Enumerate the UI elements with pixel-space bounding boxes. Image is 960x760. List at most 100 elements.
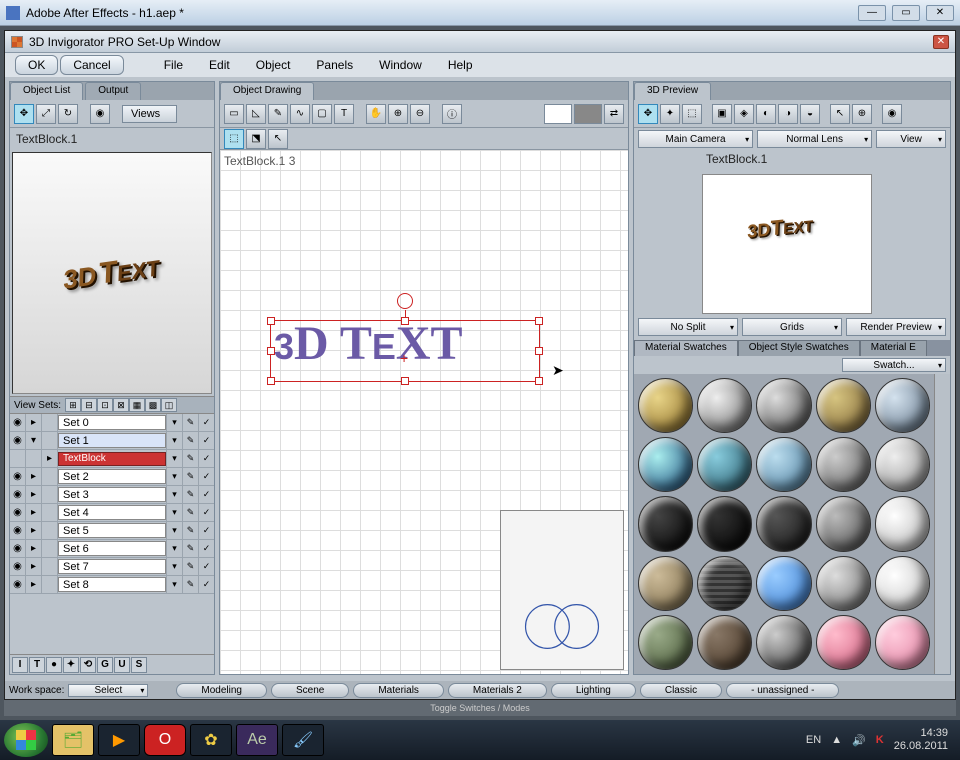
bt-7[interactable]: U — [114, 657, 130, 673]
menu-edit[interactable]: Edit — [197, 54, 242, 76]
handle-tm[interactable] — [401, 317, 409, 325]
swatch-mesh[interactable] — [697, 556, 752, 611]
swatch-plastic-blue[interactable] — [756, 556, 811, 611]
grids-dropdown[interactable]: Grids — [742, 318, 842, 336]
system-tray[interactable]: EN ▲ 🔊 K 14:39 26.08.2011 — [806, 727, 956, 753]
explorer-icon[interactable]: 🗂 — [52, 724, 94, 756]
swatch-charcoal[interactable] — [756, 496, 811, 551]
swatch-bronze[interactable] — [816, 378, 871, 433]
handle-tr[interactable] — [535, 317, 543, 325]
swtab-objstyle[interactable]: Object Style Swatches — [738, 340, 860, 356]
swatch-aluminum[interactable] — [816, 556, 871, 611]
render-dropdown[interactable]: Render Preview — [846, 318, 946, 336]
handle-ml[interactable] — [267, 347, 275, 355]
lens-dropdown[interactable]: Normal Lens — [757, 130, 872, 148]
set-row-1[interactable]: Set 1 — [58, 433, 166, 448]
pv-tool-6[interactable]: ◐ — [756, 104, 776, 124]
maximize-button[interactable]: ▭ — [892, 5, 920, 21]
fit-tool[interactable]: ◉ — [90, 104, 110, 124]
views-dropdown[interactable]: Views — [122, 105, 177, 123]
pv-tool-4[interactable]: ▣ — [712, 104, 732, 124]
swatch-white[interactable] — [875, 496, 930, 551]
start-button[interactable] — [4, 723, 48, 757]
pv-tool-8[interactable]: ◒ — [800, 104, 820, 124]
pv-tool-5[interactable]: ◈ — [734, 104, 754, 124]
swatch-black-gloss[interactable] — [638, 496, 693, 551]
move-tool[interactable]: ✥ — [14, 104, 34, 124]
swatch-glass-blue[interactable] — [638, 437, 693, 492]
wstab-unassigned[interactable]: - unassigned - — [726, 683, 839, 698]
select-tool[interactable]: ▭ — [224, 104, 244, 124]
swatch-camo-2[interactable] — [697, 615, 752, 670]
swatch-pink-1[interactable] — [816, 615, 871, 670]
hand-tool[interactable]: ✋ — [366, 104, 386, 124]
vs-tool-5[interactable]: ▦ — [129, 398, 145, 412]
pv-tool-10[interactable]: ⊕ — [852, 104, 872, 124]
swatch-black-matte[interactable] — [697, 496, 752, 551]
bt-2[interactable]: T — [29, 657, 45, 673]
menu-file[interactable]: File — [152, 54, 195, 76]
swatch-marble[interactable] — [697, 378, 752, 433]
vs-tool-6[interactable]: ▩ — [145, 398, 161, 412]
menu-object[interactable]: Object — [244, 54, 303, 76]
pv-tool-3[interactable]: ⬚ — [682, 104, 702, 124]
bg-color[interactable] — [574, 104, 602, 124]
set-row-0[interactable]: Set 0 — [58, 415, 166, 430]
handle-bm[interactable] — [401, 377, 409, 385]
swatch-pink-2[interactable] — [875, 615, 930, 670]
cancel-button[interactable]: Cancel — [60, 55, 123, 75]
vs-tool-4[interactable]: ⊠ — [113, 398, 129, 412]
bt-6[interactable]: G — [97, 657, 113, 673]
swatch-camo-3[interactable] — [756, 615, 811, 670]
handle-mr[interactable] — [535, 347, 543, 355]
pen-tool[interactable]: ✎ — [268, 104, 288, 124]
set-row-5[interactable]: Set 5 — [58, 523, 166, 538]
swatch-chrome[interactable] — [816, 437, 871, 492]
menu-help[interactable]: Help — [436, 54, 485, 76]
wstab-materials[interactable]: Materials — [353, 683, 444, 698]
bt-1[interactable]: I — [12, 657, 28, 673]
vs-tool-2[interactable]: ⊟ — [81, 398, 97, 412]
swtab-material-e[interactable]: Material E — [860, 340, 927, 356]
paint-icon[interactable]: 🖌 — [282, 724, 324, 756]
tab-object-list[interactable]: Object List — [10, 82, 83, 100]
menu-panels[interactable]: Panels — [304, 54, 365, 76]
handle-bl[interactable] — [267, 377, 275, 385]
opera-icon[interactable]: O — [144, 724, 186, 756]
swap-color[interactable]: ⇄ — [604, 104, 624, 124]
rotate-tool[interactable]: ↻ — [58, 104, 78, 124]
set-row-4[interactable]: Set 4 — [58, 505, 166, 520]
pv-tool-2[interactable]: ✦ — [660, 104, 680, 124]
rect-tool[interactable]: ▢ — [312, 104, 332, 124]
set-list[interactable]: ◉▸Set 0▾✎✓ ◉▾Set 1▾✎✓ ▸TextBlock▾✎✓ ◉▸Se… — [10, 414, 214, 654]
bt-4[interactable]: ✦ — [63, 657, 79, 673]
set-row-3[interactable]: Set 3 — [58, 487, 166, 502]
direct-tool[interactable]: ◺ — [246, 104, 266, 124]
bt-8[interactable]: S — [131, 657, 147, 673]
menu-window[interactable]: Window — [367, 54, 434, 76]
wstab-materials2[interactable]: Materials 2 — [448, 683, 547, 698]
set-row-8[interactable]: Set 8 — [58, 577, 166, 592]
swatch-picker[interactable]: Swatch... — [842, 358, 946, 372]
canvas[interactable]: TextBlock.1 3 3D TEXT + ➤ — [220, 150, 628, 674]
swtab-material[interactable]: Material Swatches — [634, 340, 738, 356]
pv-tool-11[interactable]: ◉ — [882, 104, 902, 124]
media-player-icon[interactable]: ▶ — [98, 724, 140, 756]
swatch-pearl[interactable] — [875, 556, 930, 611]
set-row-7[interactable]: Set 7 — [58, 559, 166, 574]
view-dropdown[interactable]: View — [876, 130, 946, 148]
tab-3d-preview[interactable]: 3D Preview — [634, 82, 711, 100]
handle-br[interactable] — [535, 377, 543, 385]
curve-tool[interactable]: ∿ — [290, 104, 310, 124]
vs-tool-3[interactable]: ⊡ — [97, 398, 113, 412]
wstab-modeling[interactable]: Modeling — [176, 683, 267, 698]
vs-tool-1[interactable]: ⊞ — [65, 398, 81, 412]
tray-lang[interactable]: EN — [806, 734, 821, 746]
zoomin-tool[interactable]: ⊕ — [388, 104, 408, 124]
pick-mode-2[interactable]: ⬔ — [246, 129, 266, 149]
swatch-gold[interactable] — [638, 378, 693, 433]
swatch-grey[interactable] — [816, 496, 871, 551]
after-effects-icon[interactable]: Ae — [236, 724, 278, 756]
scale-tool[interactable]: ⤢ — [36, 104, 56, 124]
zoomout-tool[interactable]: ⊖ — [410, 104, 430, 124]
